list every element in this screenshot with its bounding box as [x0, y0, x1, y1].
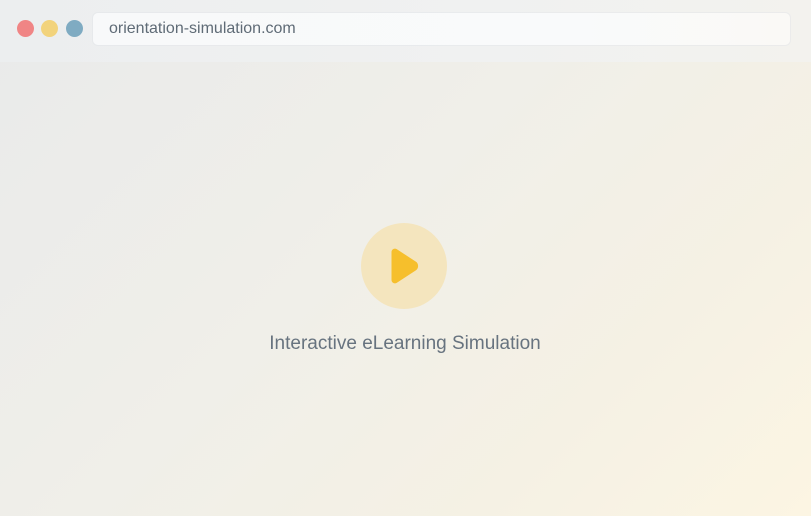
close-window-button[interactable] — [17, 20, 34, 37]
address-bar[interactable]: orientation-simulation.com — [93, 13, 790, 45]
play-icon — [361, 223, 447, 309]
play-button[interactable] — [361, 223, 447, 309]
browser-titlebar: orientation-simulation.com — [0, 0, 811, 62]
maximize-window-button[interactable] — [66, 20, 83, 37]
url-text: orientation-simulation.com — [109, 20, 296, 37]
minimize-window-button[interactable] — [41, 20, 58, 37]
simulation-caption: Interactive eLearning Simulation — [269, 333, 541, 354]
browser-window: orientation-simulation.com Interactive e… — [0, 0, 811, 516]
